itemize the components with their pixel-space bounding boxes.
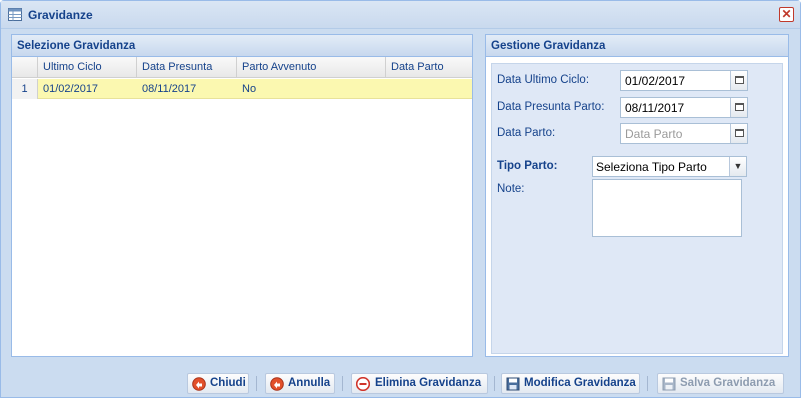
window-titlebar[interactable]: Gravidanze ✕ — [1, 1, 800, 29]
close-icon[interactable]: ✕ — [779, 7, 794, 22]
column-parto-avvenuto[interactable]: Parto Avvenuto — [237, 57, 386, 78]
tipo-parto-select[interactable]: Seleziona Tipo Parto ▼ — [592, 156, 747, 177]
label-data-parto: Data Parto: — [497, 127, 556, 139]
selezione-gravidanza-panel: Selezione Gravidanza Ultimo Ciclo Data P… — [11, 34, 473, 357]
window-title: Gravidanze — [28, 8, 93, 22]
date-field-data-parto[interactable]: Data Parto — [620, 123, 748, 144]
tipo-parto-value: Seleziona Tipo Parto — [596, 160, 707, 174]
annulla-button[interactable]: Annulla — [265, 373, 335, 394]
row-number: 1 — [12, 79, 38, 99]
rownum-header — [12, 57, 38, 78]
save-icon — [506, 377, 520, 391]
elimina-label: Elimina Gravidanza — [375, 377, 482, 389]
salva-gravidanza-button[interactable]: Salva Gravidanza — [657, 373, 784, 394]
date-field-ultimo-ciclo[interactable]: 01/02/2017 — [620, 70, 748, 91]
label-data-presunta-parto: Data Presunta Parto: — [497, 101, 605, 113]
save-icon — [662, 377, 676, 391]
cell-data-parto — [386, 79, 472, 99]
calendar-icon[interactable] — [730, 71, 747, 90]
calendar-icon[interactable] — [730, 98, 747, 117]
gestione-gravidanza-panel: Gestione Gravidanza Data Ultimo Ciclo: 0… — [485, 34, 789, 357]
date-value-ultimo-ciclo: 01/02/2017 — [625, 74, 686, 88]
label-data-ultimo-ciclo: Data Ultimo Ciclo: — [497, 74, 590, 86]
chiudi-button[interactable]: Chiudi — [187, 373, 249, 394]
column-data-parto[interactable]: Data Parto — [386, 57, 472, 78]
column-data-presunta[interactable]: Data Presunta — [137, 57, 237, 78]
note-textarea[interactable] — [592, 179, 742, 237]
elimina-gravidanza-button[interactable]: Elimina Gravidanza — [351, 373, 488, 394]
undo-icon — [270, 377, 284, 391]
delete-icon — [356, 377, 370, 391]
selezione-gravidanza-header: Selezione Gravidanza — [12, 35, 472, 57]
cell-data-presunta: 08/11/2017 — [142, 83, 197, 95]
chevron-down-icon[interactable]: ▼ — [729, 157, 746, 176]
gestione-form: Data Ultimo Ciclo: 01/02/2017 Data Presu… — [491, 63, 783, 354]
date-value-presunta-parto: 08/11/2017 — [625, 101, 685, 115]
modifica-label: Modifica Gravidanza — [524, 377, 636, 389]
date-field-presunta-parto[interactable]: 08/11/2017 — [620, 97, 748, 118]
table-row[interactable]: 1 01/02/2017 08/11/2017 No — [12, 79, 472, 99]
cell-parto-avvenuto: No — [242, 83, 257, 95]
column-ultimo-ciclo[interactable]: Ultimo Ciclo — [38, 57, 137, 78]
date-placeholder-data-parto: Data Parto — [625, 127, 683, 141]
modifica-gravidanza-button[interactable]: Modifica Gravidanza — [501, 373, 640, 394]
label-tipo-parto: Tipo Parto: — [497, 160, 558, 172]
annulla-label: Annulla — [288, 377, 331, 389]
exit-icon — [192, 377, 206, 391]
toolbar-separator — [342, 376, 343, 391]
toolbar-separator — [494, 376, 495, 391]
gestione-gravidanza-header: Gestione Gravidanza — [486, 35, 788, 57]
grid-header: Ultimo Ciclo Data Presunta Parto Avvenut… — [12, 57, 472, 78]
gravidanze-window: Gravidanze ✕ Selezione Gravidanza Ultimo… — [0, 0, 801, 398]
cell-ultimo-ciclo: 01/02/2017 — [43, 83, 99, 95]
label-note: Note: — [497, 183, 525, 195]
toolbar-separator — [256, 376, 257, 391]
table-icon — [8, 8, 22, 21]
calendar-icon[interactable] — [730, 124, 747, 143]
salva-label: Salva Gravidanza — [680, 377, 776, 389]
toolbar-separator — [647, 376, 648, 391]
chiudi-label: Chiudi — [210, 377, 246, 389]
